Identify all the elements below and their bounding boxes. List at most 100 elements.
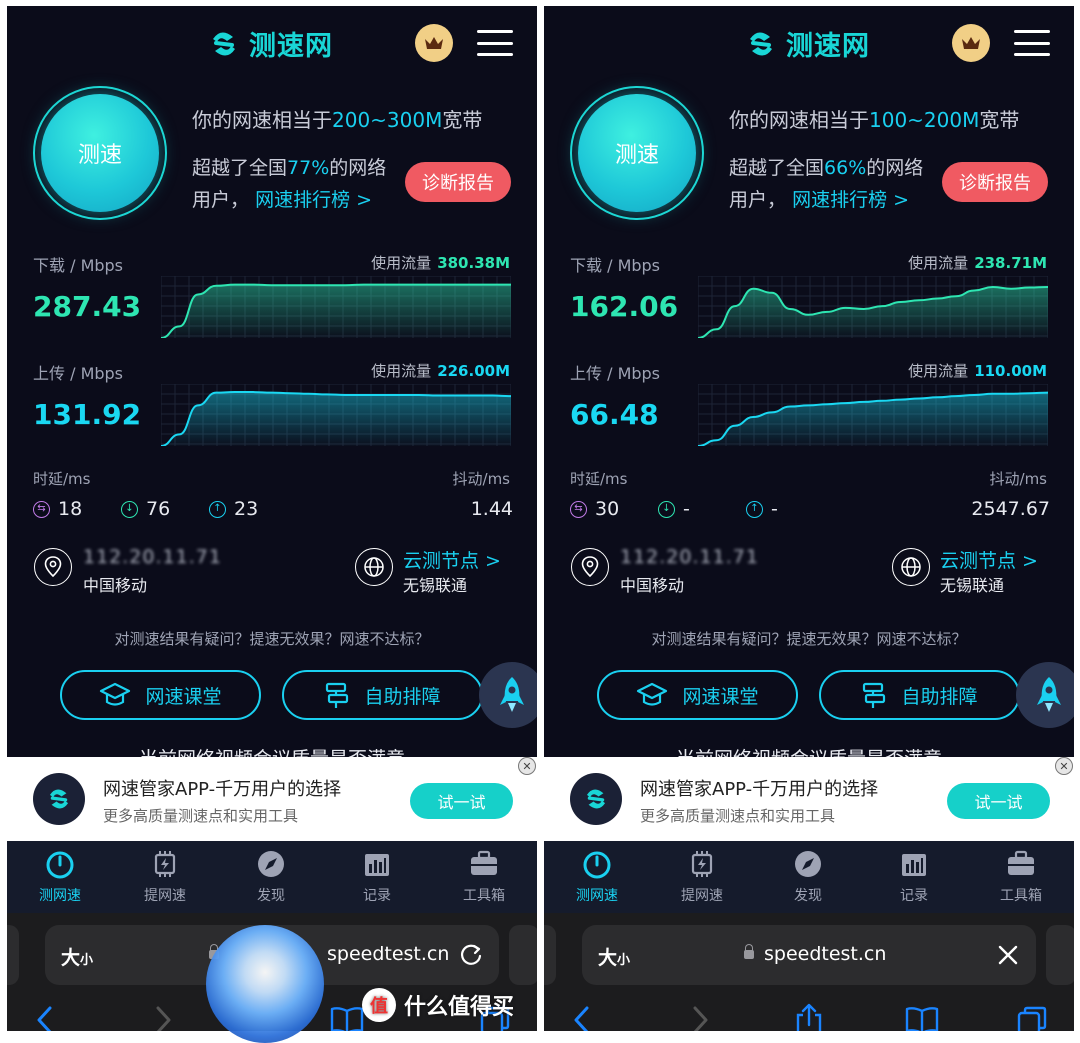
speed-course-label: 网速课堂 [682, 685, 759, 708]
download-latency-value: 76 [146, 498, 171, 520]
latency-row: ⇆ 30 ↓ - ↑ - 2547.67 [570, 498, 1050, 522]
chart-area [161, 392, 511, 446]
tab-toolbox[interactable]: 工具箱 [444, 849, 524, 909]
tab-discover[interactable]: 发现 [768, 849, 848, 909]
tab-boost[interactable]: 提网速 [662, 849, 742, 909]
signpost-icon [863, 682, 886, 708]
previous-tab-preview[interactable] [544, 925, 556, 985]
upload-chart [698, 384, 1048, 446]
bandwidth-summary: 你的网速相当于100~200M宽带 [729, 104, 1019, 133]
tab-speedtest-label: 测网速 [39, 888, 81, 904]
rocket-icon[interactable] [1016, 662, 1074, 728]
clear-url-icon[interactable] [994, 941, 1022, 969]
url-text: speedtest.cn [327, 943, 450, 965]
tab-boost[interactable]: 提网速 [125, 849, 205, 909]
speed-ranking-link[interactable]: 网速排行榜 > [792, 189, 909, 211]
lock-icon [744, 944, 754, 959]
tab-speedtest[interactable]: 测网速 [20, 849, 100, 909]
download-label: 下载 / Mbps [33, 256, 124, 275]
tab-records[interactable]: 记录 [874, 849, 954, 909]
jitter-value: 2547.67 [971, 498, 1050, 520]
start-speedtest-button[interactable]: 测速 [578, 94, 696, 212]
rocket-icon[interactable] [479, 662, 537, 728]
menu-icon[interactable] [477, 30, 513, 56]
forward-icon[interactable] [153, 1005, 173, 1031]
previous-tab-preview[interactable] [7, 925, 19, 985]
back-icon[interactable] [572, 1005, 592, 1031]
ad-try-button[interactable]: 试一试 [947, 783, 1050, 819]
back-icon[interactable] [35, 1005, 55, 1031]
ad-try-button[interactable]: 试一试 [410, 783, 513, 819]
records-icon [365, 854, 389, 876]
tab-discover[interactable]: 发现 [231, 849, 311, 909]
forward-icon[interactable] [690, 1005, 710, 1031]
speed-course-button[interactable]: 网速课堂 [60, 670, 261, 720]
jitter-label: 抖动/ms [452, 470, 510, 488]
speed-course-button[interactable]: 网速课堂 [597, 670, 798, 720]
speedtest-screen-left: 测速网 测速 你的网速相当于200~300M宽带 超越了全国77%的网络 用户，… [7, 6, 537, 1031]
vip-crown-icon[interactable] [415, 24, 453, 62]
app-header: 测速网 [544, 6, 1074, 78]
ad-title: 网速管家APP-千万用户的选择 [103, 779, 342, 800]
self-troubleshoot-button[interactable]: 自助排障 [282, 670, 483, 720]
location-pin-icon [571, 548, 609, 586]
next-tab-preview[interactable] [509, 925, 537, 985]
bookmarks-icon[interactable] [329, 1005, 365, 1031]
download-usage-label: 使用流量 [371, 254, 432, 272]
app-header: 测速网 [7, 6, 537, 78]
text-size-button[interactable]: 大小 [598, 943, 630, 970]
app-ad-banner[interactable]: 网速管家APP-千万用户的选择 更多高质量测速点和实用工具 试一试 ✕ [544, 757, 1074, 841]
self-troubleshoot-button[interactable]: 自助排障 [819, 670, 1020, 720]
upload-usage: 使用流量 226.00M [371, 360, 510, 381]
app-title: 测速网 [786, 31, 870, 62]
cloud-node-link[interactable]: 云测节点 > [403, 546, 501, 573]
bookmarks-icon[interactable] [904, 1005, 940, 1031]
speed-ranking-link[interactable]: 网速排行榜 > [255, 189, 372, 211]
ad-subtitle: 更多高质量测速点和实用工具 [103, 807, 299, 825]
ad-close-icon[interactable]: ✕ [1055, 757, 1073, 775]
graduation-cap-icon [637, 682, 668, 706]
upload-latency-value: - [771, 498, 778, 520]
share-icon[interactable] [794, 1003, 824, 1031]
tab-records[interactable]: 记录 [337, 849, 417, 909]
app-ad-banner[interactable]: 网速管家APP-千万用户的选择 更多高质量测速点和实用工具 试一试 ✕ [7, 757, 537, 841]
download-speed-value: 162.06 [570, 290, 679, 323]
records-icon [902, 854, 926, 876]
start-speedtest-button[interactable]: 测速 [41, 94, 159, 212]
text-size-button[interactable]: 大小 [61, 943, 93, 970]
vip-crown-icon[interactable] [952, 24, 990, 62]
menu-icon[interactable] [1014, 30, 1050, 56]
diagnosis-report-button[interactable]: 诊断报告 [405, 162, 511, 202]
reload-icon[interactable] [457, 941, 485, 969]
upload-usage-label: 使用流量 [908, 362, 969, 380]
download-latency-icon: ↓ [658, 500, 675, 518]
surpass-summary: 超越了全国66%的网络 用户， 网速排行榜 > [729, 152, 923, 216]
download-latency-icon: ↓ [121, 500, 138, 518]
headline-prefix: 你的网速相当于 [729, 108, 869, 132]
help-question: 对测速结果有疑问？提速无效果？网速不达标？ [114, 630, 430, 648]
tab-boost-label: 提网速 [144, 888, 186, 904]
ad-close-icon[interactable]: ✕ [518, 757, 536, 775]
tab-toolbox[interactable]: 工具箱 [981, 849, 1061, 909]
app-logo[interactable]: 测速网 [207, 24, 333, 63]
speedometer-icon [46, 851, 74, 879]
tabs-icon[interactable] [1016, 1005, 1048, 1031]
download-usage-value: 380.38M [437, 254, 510, 272]
next-tab-preview[interactable] [1046, 925, 1074, 985]
address-bar[interactable]: 大小 speedtest.cn [582, 925, 1036, 985]
text-size-large: 大 [598, 947, 618, 969]
safari-bottom-bar: 大小 speedtest.cn [544, 913, 1074, 1031]
cloud-node-link[interactable]: 云测节点 > [940, 546, 1038, 573]
app-logo[interactable]: 测速网 [744, 24, 870, 63]
download-usage-label: 使用流量 [908, 254, 969, 272]
tab-speedtest[interactable]: 测网速 [557, 849, 637, 909]
upload-usage-value: 226.00M [437, 362, 510, 380]
ad-subtitle: 更多高质量测速点和实用工具 [640, 807, 836, 825]
surpass-percent: 77% [287, 157, 330, 179]
text-size-small: 小 [80, 953, 94, 968]
latency-label: 时延/ms [570, 470, 628, 488]
surpass-prefix: 超越了全国 [192, 157, 288, 179]
diagnosis-report-button[interactable]: 诊断报告 [942, 162, 1048, 202]
tab-toolbox-label: 工具箱 [463, 888, 505, 904]
location-pin-icon [34, 548, 72, 586]
